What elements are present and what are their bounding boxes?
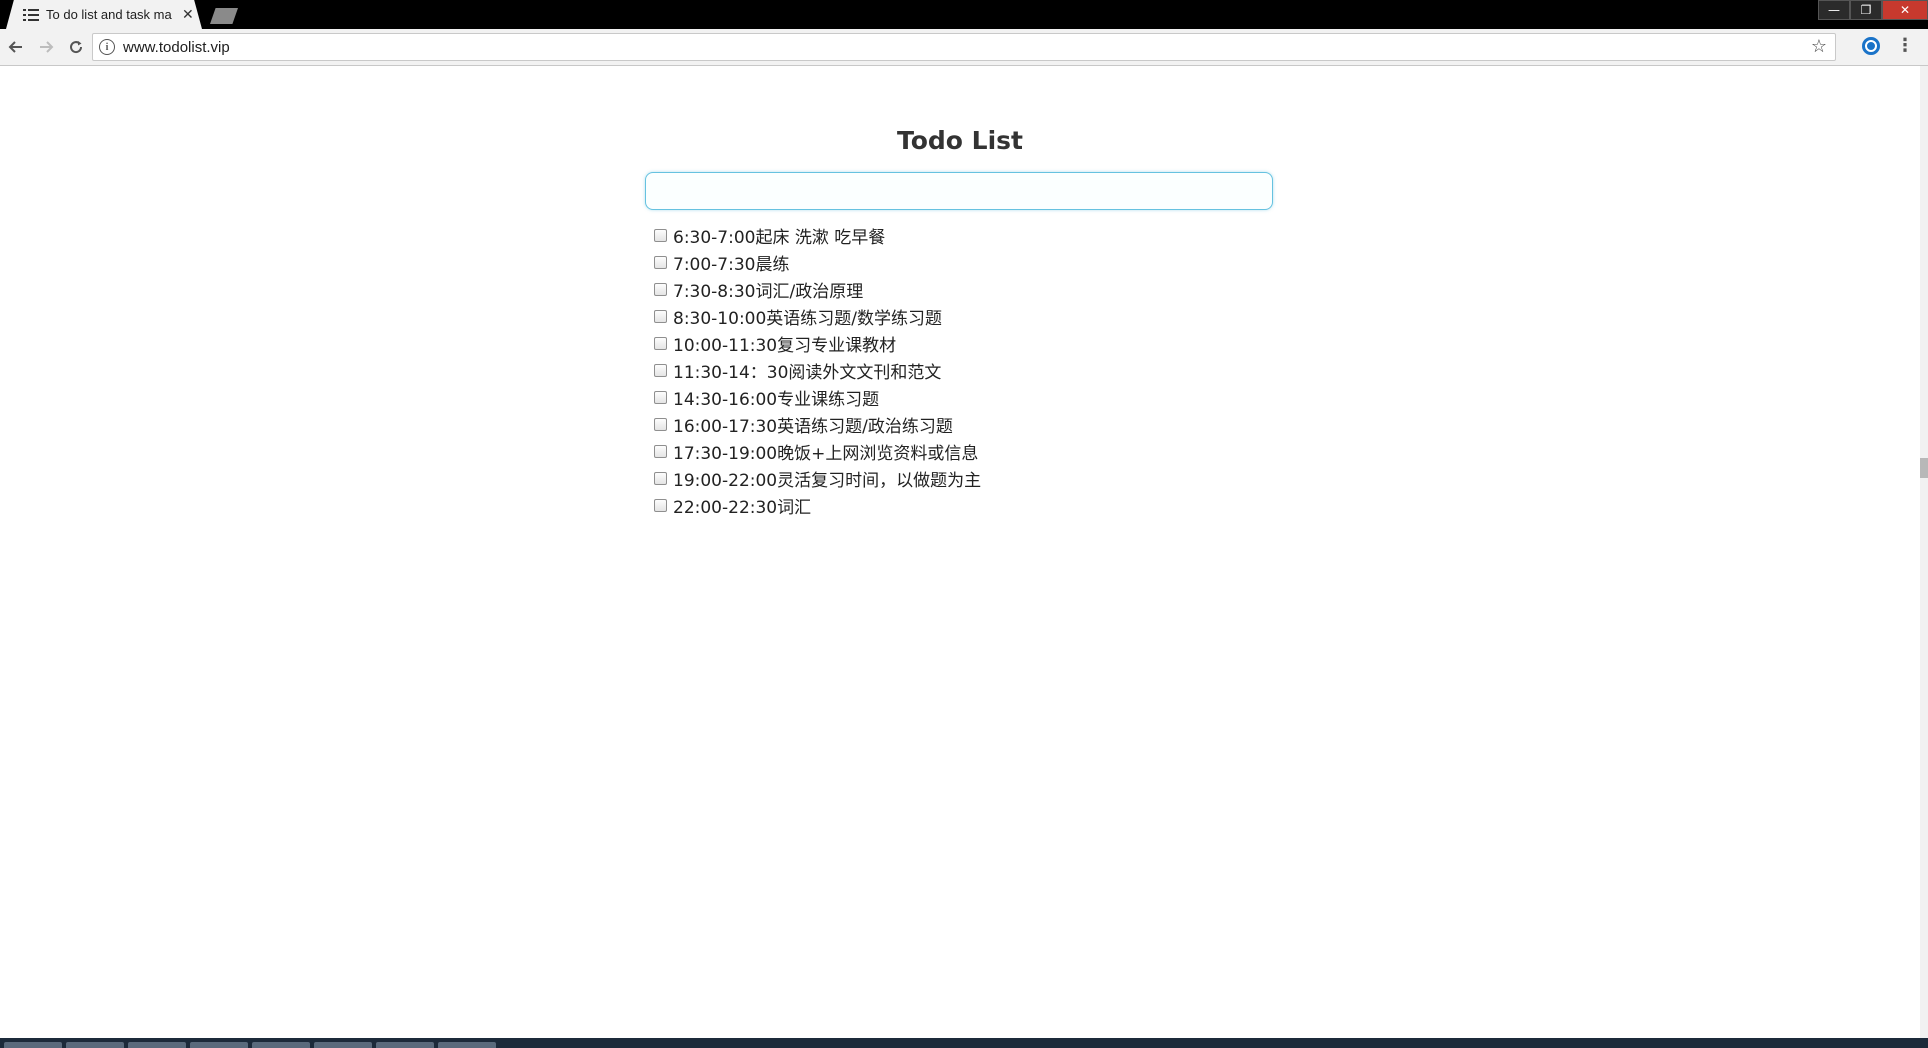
todo-label: 22:00-22:30词汇 <box>673 498 812 518</box>
taskbar-item[interactable] <box>314 1042 372 1048</box>
page-title: Todo List <box>896 126 1023 155</box>
minimize-button[interactable]: — <box>1818 0 1850 20</box>
todo-checkbox[interactable] <box>654 499 667 512</box>
browser-toolbar: i www.todolist.vip ☆ ⋮ <box>0 29 1928 66</box>
page-content: Todo List 6:30-7:00起床 洗漱 吃早餐 7:00-7:30晨练… <box>0 66 1920 1038</box>
todo-label: 7:30-8:30词汇/政治原理 <box>673 282 864 302</box>
todo-label: 16:00-17:30英语练习题/政治练习题 <box>673 417 953 437</box>
url-text: www.todolist.vip <box>123 38 230 56</box>
todo-label: 8:30-10:00英语练习题/数学练习题 <box>673 309 943 329</box>
todo-item: 10:00-11:30复习专业课教材 <box>654 330 981 357</box>
todo-checkbox[interactable] <box>654 418 667 431</box>
tab-close-icon[interactable]: ✕ <box>182 7 194 23</box>
back-arrow-icon <box>8 41 22 53</box>
maximize-button[interactable]: ❐ <box>1850 0 1882 20</box>
taskbar-item[interactable] <box>190 1042 248 1048</box>
todo-label: 19:00-22:00灵活复习时间，以做题为主 <box>673 471 982 491</box>
todo-item: 17:30-19:00晚饭+上网浏览资料或信息 <box>654 438 981 465</box>
taskbar-item[interactable] <box>128 1042 186 1048</box>
forward-button[interactable] <box>32 33 60 61</box>
tab-todo[interactable]: To do list and task ma ✕ <box>6 0 202 29</box>
new-tab-button[interactable] <box>210 8 238 24</box>
menu-icon[interactable]: ⋮ <box>1896 35 1914 56</box>
todo-item: 7:30-8:30词汇/政治原理 <box>654 276 981 303</box>
todo-item: 16:00-17:30英语练习题/政治练习题 <box>654 411 981 438</box>
scrollbar-thumb[interactable] <box>1920 458 1928 478</box>
todo-checkbox[interactable] <box>654 229 667 242</box>
todo-item: 11:30-14：30阅读外文文刊和范文 <box>654 357 981 384</box>
os-taskbar <box>0 1038 1928 1048</box>
todo-label: 6:30-7:00起床 洗漱 吃早餐 <box>673 228 886 248</box>
forward-arrow-icon <box>40 41 54 53</box>
todo-input[interactable] <box>645 172 1273 210</box>
todo-label: 14:30-16:00专业课练习题 <box>673 390 880 410</box>
todo-label: 11:30-14：30阅读外文文刊和范文 <box>673 363 942 383</box>
todo-label: 7:00-7:30晨练 <box>673 255 790 275</box>
window-controls: — ❐ ✕ <box>1818 0 1928 20</box>
info-icon[interactable]: i <box>99 39 115 55</box>
todo-item: 8:30-10:00英语练习题/数学练习题 <box>654 303 981 330</box>
tab-strip: To do list and task ma ✕ — ❐ ✕ <box>0 0 1928 29</box>
taskbar-item[interactable] <box>66 1042 124 1048</box>
taskbar-item[interactable] <box>252 1042 310 1048</box>
reload-icon <box>70 41 83 54</box>
back-button[interactable] <box>2 33 30 61</box>
todo-checkbox[interactable] <box>654 364 667 377</box>
todo-checkbox[interactable] <box>654 310 667 323</box>
todo-item: 22:00-22:30词汇 <box>654 492 981 519</box>
todo-checkbox[interactable] <box>654 256 667 269</box>
todo-checkbox[interactable] <box>654 337 667 350</box>
address-bar[interactable]: i www.todolist.vip ☆ <box>92 33 1836 61</box>
todo-checkbox[interactable] <box>654 391 667 404</box>
taskbar-item[interactable] <box>4 1042 62 1048</box>
taskbar-item[interactable] <box>376 1042 434 1048</box>
todo-label: 17:30-19:00晚饭+上网浏览资料或信息 <box>673 444 979 464</box>
todo-item: 7:00-7:30晨练 <box>654 249 981 276</box>
todo-item: 6:30-7:00起床 洗漱 吃早餐 <box>654 222 981 249</box>
extension-icon[interactable] <box>1862 37 1880 55</box>
todo-checkbox[interactable] <box>654 472 667 485</box>
todo-checkbox[interactable] <box>654 445 667 458</box>
list-icon <box>22 6 40 24</box>
reload-button[interactable] <box>62 33 90 61</box>
taskbar-item[interactable] <box>438 1042 496 1048</box>
tab-title: To do list and task ma <box>46 7 172 22</box>
todo-list: 6:30-7:00起床 洗漱 吃早餐 7:00-7:30晨练 7:30-8:30… <box>654 222 981 519</box>
todo-item: 19:00-22:00灵活复习时间，以做题为主 <box>654 465 981 492</box>
close-window-button[interactable]: ✕ <box>1882 0 1928 20</box>
todo-label: 10:00-11:30复习专业课教材 <box>673 336 897 356</box>
scrollbar-track[interactable] <box>1920 66 1928 1038</box>
bookmark-star-icon[interactable]: ☆ <box>1811 36 1827 57</box>
todo-checkbox[interactable] <box>654 283 667 296</box>
todo-item: 14:30-16:00专业课练习题 <box>654 384 981 411</box>
